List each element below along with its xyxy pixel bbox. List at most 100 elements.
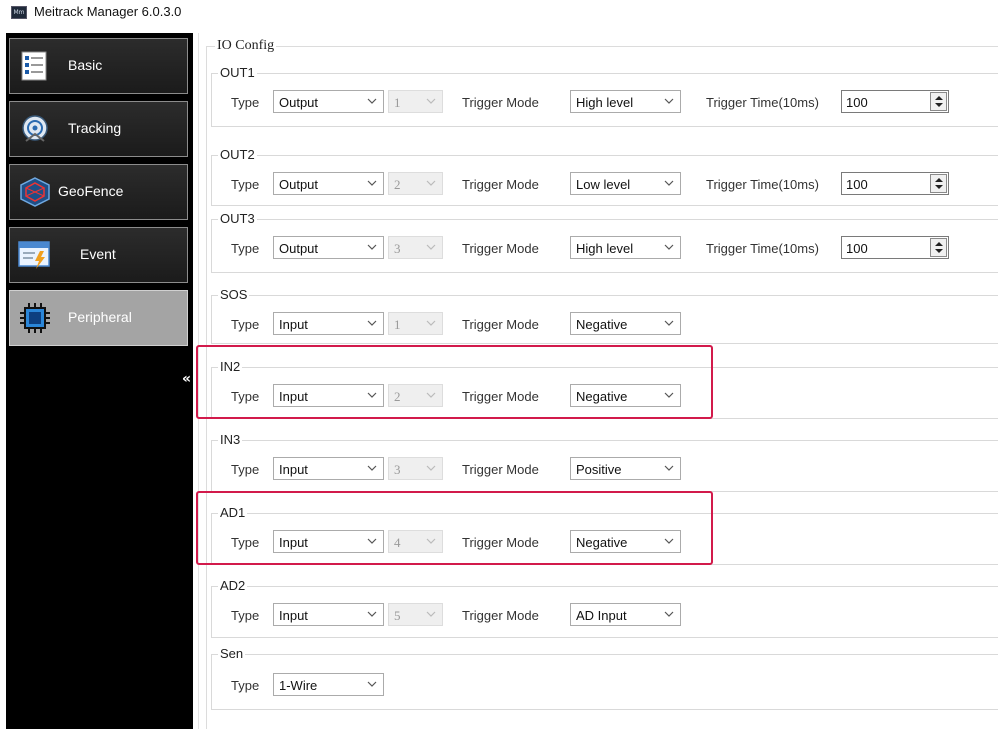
select-value: Input: [279, 462, 308, 477]
chevron-down-icon: [664, 244, 674, 250]
sidebar-item-basic[interactable]: Basic: [9, 38, 188, 94]
chevron-down-icon: [367, 611, 377, 617]
sidebar-item-label: Basic: [68, 57, 103, 73]
out1-index-select: 1: [388, 90, 443, 113]
sos-trigger-mode-select[interactable]: Negative: [570, 312, 681, 335]
chevron-down-icon: [367, 244, 377, 250]
out3-index-select: 3: [388, 236, 443, 259]
sidebar-item-label: Peripheral: [68, 309, 132, 325]
chevron-down-icon: [367, 681, 377, 687]
sidebar-item-event[interactable]: Event: [9, 227, 188, 283]
trigger-mode-label: Trigger Mode: [462, 317, 539, 332]
chevron-down-icon: [664, 611, 674, 617]
in3-type-select[interactable]: Input: [273, 457, 384, 480]
satellite-dish-icon: [22, 115, 48, 142]
select-value: High level: [576, 241, 634, 256]
select-value: Input: [279, 608, 308, 623]
chevron-down-icon: [367, 320, 377, 326]
in3-index-select: 3: [388, 457, 443, 480]
trigger-mode-label: Trigger Mode: [462, 241, 539, 256]
select-value: 3: [394, 462, 401, 477]
trigger-mode-label: Trigger Mode: [462, 95, 539, 110]
select-value: Output: [279, 95, 319, 110]
chip-icon: [20, 303, 50, 333]
type-label: Type: [231, 317, 260, 332]
out1-type-select[interactable]: Output: [273, 90, 384, 113]
spin-up-icon: [935, 178, 943, 182]
ad2-type-select[interactable]: Input: [273, 603, 384, 626]
spin-up-icon: [935, 96, 943, 100]
window-title: Meitrack Manager 6.0.3.0: [34, 4, 182, 19]
sidebar-item-label: GeoFence: [58, 183, 124, 199]
io-config-title: IO Config: [215, 38, 277, 54]
geofence-network-icon: [20, 177, 50, 207]
select-value: 1-Wire: [279, 678, 318, 693]
trigger-mode-label: Trigger Mode: [462, 608, 539, 623]
out2-trigger-time-spinner[interactable]: [930, 174, 947, 193]
spin-up-icon: [935, 242, 943, 246]
trigger-time-label: Trigger Time(10ms): [706, 177, 819, 192]
sidebar: Basic Tracking GeoFence Event Peripheral…: [6, 33, 193, 729]
chevron-down-icon: [426, 465, 436, 471]
chevron-down-icon: [664, 98, 674, 104]
sen-type-select[interactable]: 1-Wire: [273, 673, 384, 696]
select-value: Input: [279, 317, 308, 332]
ad2-index-select: 5: [388, 603, 443, 626]
port-name: SOS: [218, 287, 250, 302]
ad2-trigger-mode-select[interactable]: AD Input: [570, 603, 681, 626]
trigger-mode-label: Trigger Mode: [462, 462, 539, 477]
sidebar-item-tracking[interactable]: Tracking: [9, 101, 188, 157]
type-label: Type: [231, 608, 260, 623]
chevron-down-icon: [426, 611, 436, 617]
out3-type-select[interactable]: Output: [273, 236, 384, 259]
type-label: Type: [231, 177, 260, 192]
app-icon: Mm: [11, 6, 27, 19]
sidebar-item-label: Tracking: [68, 120, 122, 136]
sidebar-item-peripheral[interactable]: Peripheral: [9, 290, 188, 346]
port-name: OUT1: [218, 65, 257, 80]
collapse-sidebar-button[interactable]: «: [182, 371, 191, 387]
select-value: Negative: [576, 317, 628, 332]
spin-down-icon: [935, 249, 943, 253]
select-value: High level: [576, 95, 634, 110]
out3-trigger-mode-select[interactable]: High level: [570, 236, 681, 259]
chevron-down-icon: [426, 320, 436, 326]
input-value: 100: [846, 177, 868, 192]
input-value: 100: [846, 95, 868, 110]
spin-down-icon: [935, 185, 943, 189]
chevron-down-icon: [426, 180, 436, 186]
out1-trigger-mode-select[interactable]: High level: [570, 90, 681, 113]
trigger-time-label: Trigger Time(10ms): [706, 95, 819, 110]
out2-trigger-mode-select[interactable]: Low level: [570, 172, 681, 195]
sidebar-item-label: Event: [80, 246, 116, 262]
sidebar-item-geofence[interactable]: GeoFence: [9, 164, 188, 220]
select-value: Positive: [576, 462, 622, 477]
select-value: 5: [394, 608, 401, 623]
title-bar: Mm Meitrack Manager 6.0.3.0: [0, 0, 998, 28]
type-label: Type: [231, 462, 260, 477]
in3-trigger-mode-select[interactable]: Positive: [570, 457, 681, 480]
trigger-time-label: Trigger Time(10ms): [706, 241, 819, 256]
chevron-down-icon: [367, 180, 377, 186]
select-value: 2: [394, 177, 401, 192]
select-value: 1: [394, 317, 401, 332]
port-name: Sen: [218, 646, 246, 661]
trigger-mode-label: Trigger Mode: [462, 177, 539, 192]
port-name: OUT3: [218, 211, 257, 226]
chevron-down-icon: [664, 320, 674, 326]
highlight-box-ad1: [196, 491, 713, 565]
out2-index-select: 2: [388, 172, 443, 195]
type-label: Type: [231, 95, 260, 110]
type-label: Type: [231, 678, 260, 693]
select-value: Low level: [576, 177, 631, 192]
select-value: 3: [394, 241, 401, 256]
chevron-down-icon: [664, 180, 674, 186]
port-name: OUT2: [218, 147, 257, 162]
sos-type-select[interactable]: Input: [273, 312, 384, 335]
out3-trigger-time-spinner[interactable]: [930, 238, 947, 257]
select-value: 1: [394, 95, 401, 110]
out2-type-select[interactable]: Output: [273, 172, 384, 195]
select-value: AD Input: [576, 608, 627, 623]
out1-trigger-time-spinner[interactable]: [930, 92, 947, 111]
select-value: Output: [279, 241, 319, 256]
